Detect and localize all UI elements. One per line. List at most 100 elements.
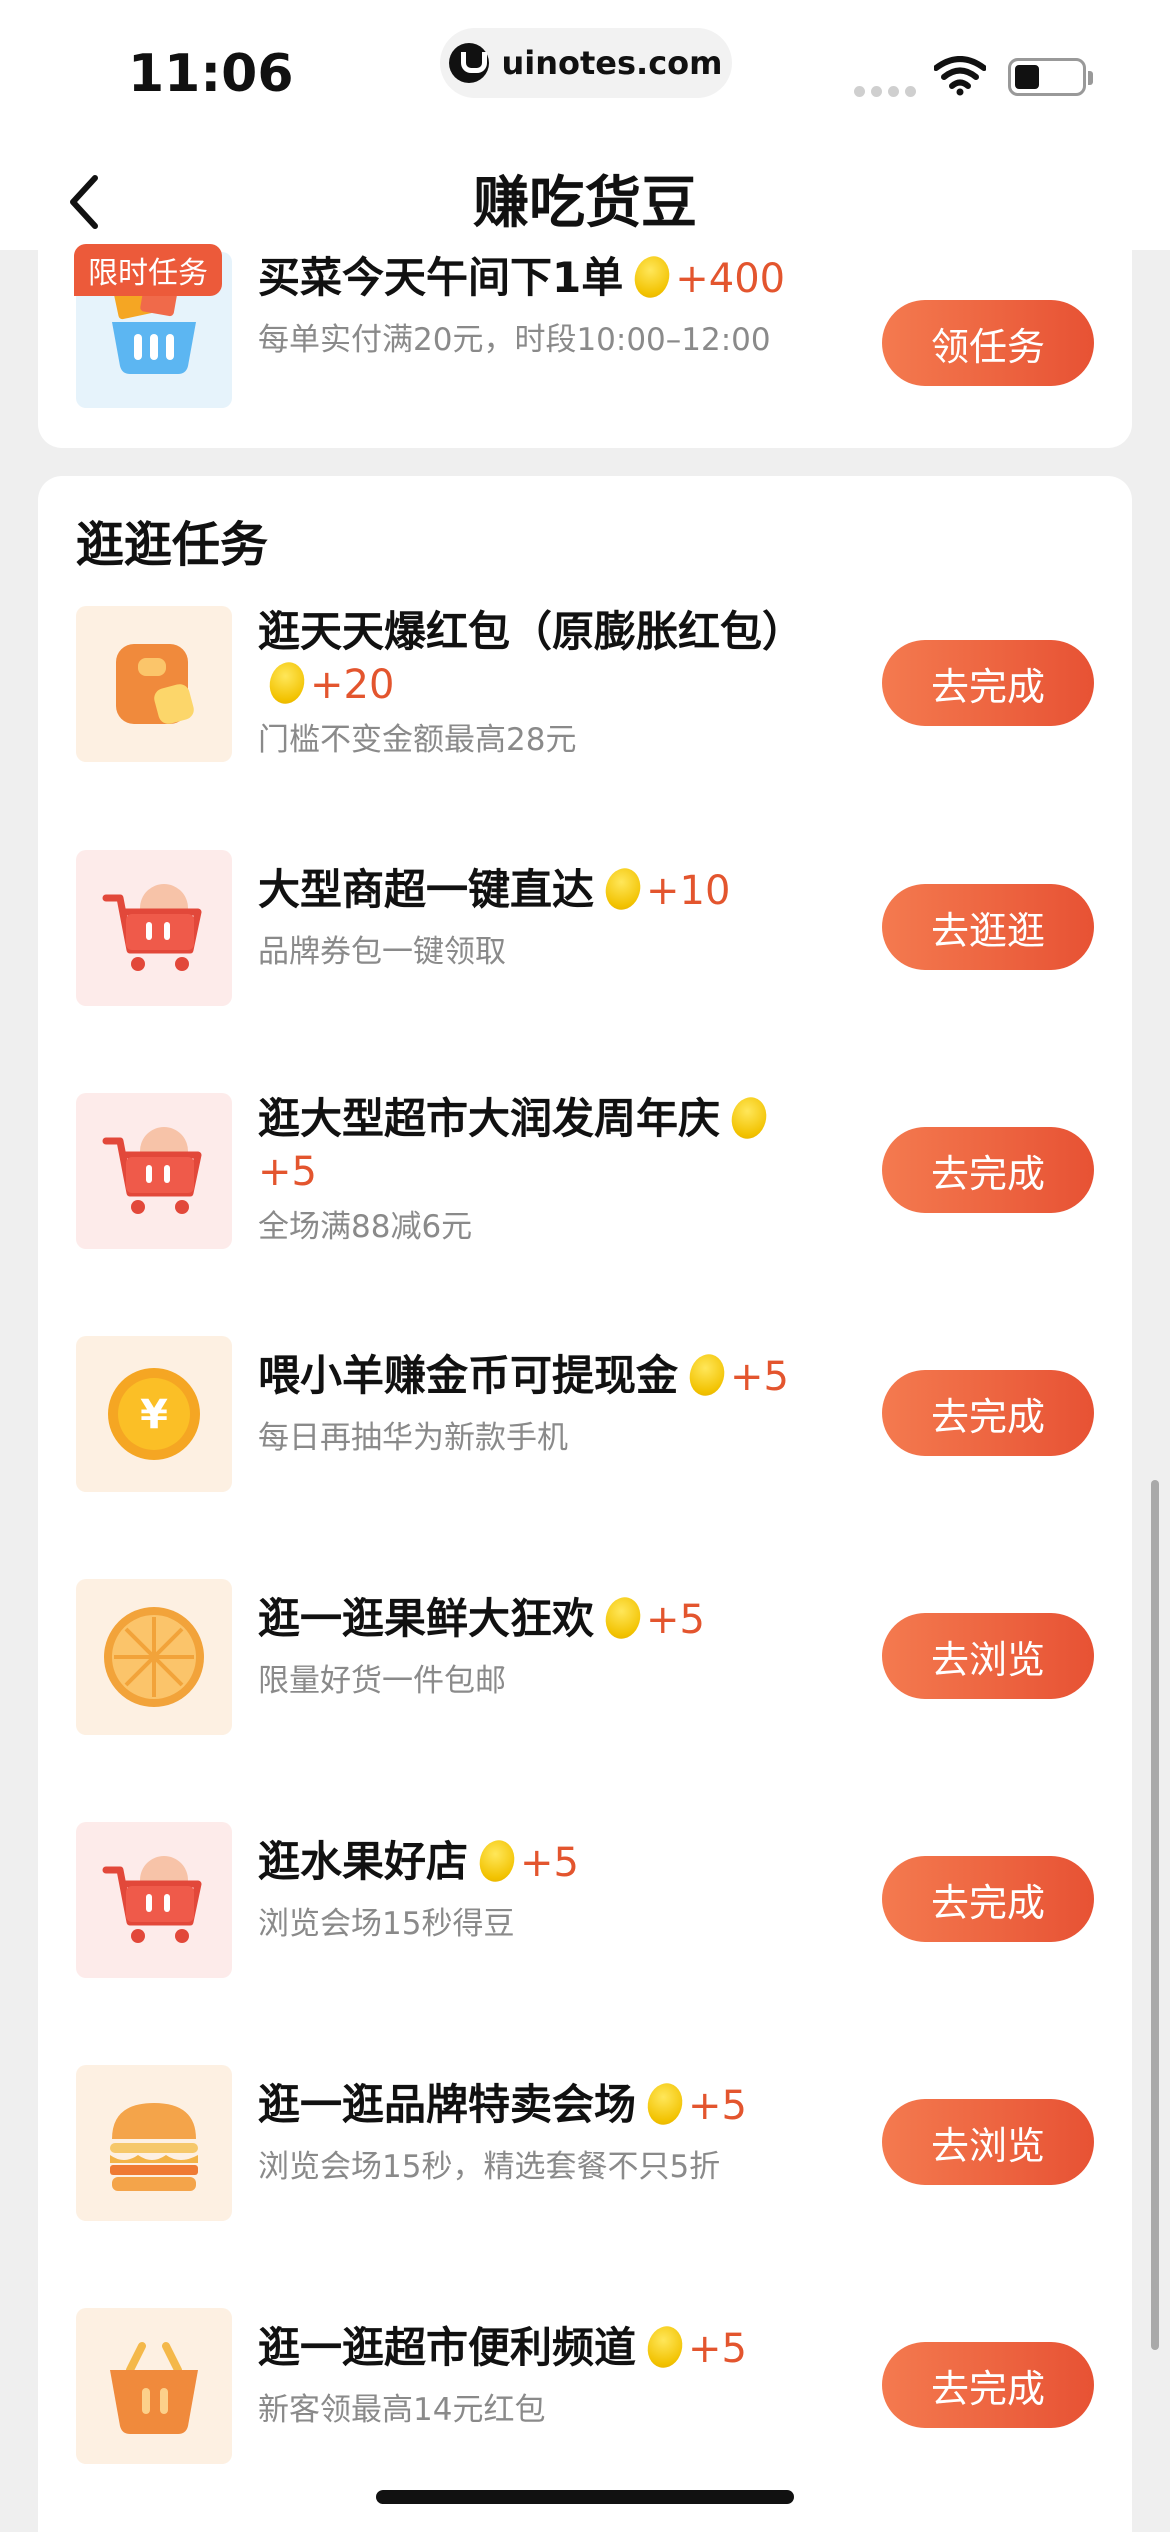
task-title: 逛一逛品牌特卖会场 +5 bbox=[258, 2079, 818, 2132]
red-envelope-icon bbox=[116, 644, 194, 724]
bean-coin-icon bbox=[601, 1593, 645, 1643]
url-text: uinotes.com bbox=[501, 44, 723, 82]
task-title: 逛一逛超市便利频道 +5 bbox=[258, 2322, 818, 2375]
task-subtitle: 浏览会场15秒得豆 bbox=[258, 1906, 515, 1942]
claim-task-button[interactable]: 领任务 bbox=[882, 300, 1094, 386]
scrollbar[interactable] bbox=[1151, 1480, 1159, 2350]
task-subtitle: 每日再抽华为新款手机 bbox=[258, 1420, 568, 1456]
task-thumb bbox=[76, 1579, 232, 1735]
task-subtitle: 每单实付满20元，时段10:00–12:00 bbox=[258, 322, 771, 358]
task-text: 大型商超一键直达 +10 品牌券包一键领取 bbox=[258, 864, 818, 971]
task-thumb bbox=[76, 2308, 232, 2464]
task-action-button[interactable]: 去完成 bbox=[882, 640, 1094, 726]
bean-coin-icon bbox=[685, 1350, 729, 1400]
task-reward: +5 bbox=[730, 1354, 789, 1400]
task-subtitle: 全场满88减6元 bbox=[258, 1209, 473, 1245]
task-subtitle: 浏览会场15秒，精选套餐不只5折 bbox=[258, 2149, 721, 2185]
task-action-button[interactable]: 去完成 bbox=[882, 1856, 1094, 1942]
basket-icon bbox=[110, 2342, 198, 2434]
task-subtitle: 限量好货一件包邮 bbox=[258, 1663, 506, 1699]
task-reward: +400 bbox=[675, 256, 786, 302]
task-row: 逛天天爆红包（原膨胀红包） +20 门槛不变金额最高28元 去完成 bbox=[76, 606, 1094, 762]
burger-icon bbox=[110, 2103, 198, 2191]
task-reward: +10 bbox=[646, 868, 731, 914]
task-title: 大型商超一键直达 +10 bbox=[258, 864, 818, 917]
task-action-button[interactable]: 去逛逛 bbox=[882, 884, 1094, 970]
task-title-text: 逛一逛果鲜大狂欢 bbox=[258, 1594, 595, 1643]
wifi-icon bbox=[934, 56, 986, 96]
task-title: 买菜今天午间下1单 +400 bbox=[258, 252, 818, 305]
task-title: 逛天天爆红包（原膨胀红包） +20 bbox=[258, 606, 818, 711]
task-thumb bbox=[76, 2065, 232, 2221]
task-text: 逛大型超市大润发周年庆 +5 全场满88减6元 bbox=[258, 1093, 818, 1246]
bean-coin-icon bbox=[643, 2322, 687, 2372]
task-row: 逛水果好店 +5 浏览会场15秒得豆 去完成 bbox=[76, 1822, 1094, 1978]
bean-coin-icon bbox=[643, 2079, 687, 2129]
task-row: 逛一逛品牌特卖会场 +5 浏览会场15秒，精选套餐不只5折 去浏览 bbox=[76, 2065, 1094, 2221]
task-subtitle: 新客领最高14元红包 bbox=[258, 2392, 546, 2428]
task-text: 逛一逛果鲜大狂欢 +5 限量好货一件包邮 bbox=[258, 1593, 818, 1700]
task-text: 逛一逛超市便利频道 +5 新客领最高14元红包 bbox=[258, 2322, 818, 2429]
task-title: 逛大型超市大润发周年庆 +5 bbox=[258, 1093, 818, 1198]
url-pill[interactable]: uinotes.com bbox=[440, 28, 732, 98]
yuan-coin-icon: ¥ bbox=[108, 1368, 200, 1460]
status-time: 11:06 bbox=[128, 44, 294, 104]
cellular-signal-icon bbox=[854, 86, 916, 97]
task-text: 逛一逛品牌特卖会场 +5 浏览会场15秒，精选套餐不只5折 bbox=[258, 2079, 818, 2186]
task-action-button[interactable]: 去浏览 bbox=[882, 2099, 1094, 2185]
orange-slice-icon bbox=[104, 1607, 204, 1707]
task-reward: +5 bbox=[258, 1149, 317, 1195]
bean-coin-icon bbox=[601, 864, 645, 914]
task-subtitle: 品牌券包一键领取 bbox=[258, 934, 506, 970]
task-title-text: 买菜今天午间下1单 bbox=[258, 253, 624, 302]
limited-task-card: 限时任务 买菜今天午间下1单 +400 每单实付满20元，时段10:00–12:0… bbox=[38, 232, 1132, 448]
task-row: 逛一逛超市便利频道 +5 新客领最高14元红包 去完成 bbox=[76, 2308, 1094, 2464]
task-title-text: 逛一逛品牌特卖会场 bbox=[258, 2080, 637, 2129]
task-text: 买菜今天午间下1单 +400 每单实付满20元，时段10:00–12:00 bbox=[258, 252, 818, 359]
task-row: 逛一逛果鲜大狂欢 +5 限量好货一件包邮 去浏览 bbox=[76, 1579, 1094, 1735]
task-row: 大型商超一键直达 +10 品牌券包一键领取 去逛逛 bbox=[76, 850, 1094, 1006]
svg-text:¥: ¥ bbox=[140, 1392, 168, 1438]
site-logo-icon bbox=[449, 43, 490, 83]
task-reward: +5 bbox=[520, 1840, 579, 1886]
task-thumb bbox=[76, 606, 232, 762]
task-title: 喂小羊赚金币可提现金 +5 bbox=[258, 1350, 818, 1403]
bean-coin-icon bbox=[630, 252, 675, 302]
task-reward: +5 bbox=[688, 2083, 747, 2129]
task-title-text: 逛水果好店 bbox=[258, 1837, 469, 1886]
task-text: 喂小羊赚金币可提现金 +5 每日再抽华为新款手机 bbox=[258, 1350, 818, 1457]
limited-time-badge: 限时任务 bbox=[74, 244, 222, 296]
task-action-button[interactable]: 去完成 bbox=[882, 1370, 1094, 1456]
task-text: 逛水果好店 +5 浏览会场15秒得豆 bbox=[258, 1836, 818, 1943]
task-title-text: 喂小羊赚金币可提现金 bbox=[258, 1351, 679, 1400]
task-action-button[interactable]: 去完成 bbox=[882, 1127, 1094, 1213]
shopping-cart-icon bbox=[102, 1856, 202, 1943]
task-reward: +5 bbox=[688, 2326, 747, 2372]
task-thumb bbox=[76, 1822, 232, 1978]
status-bar: 11:06 uinotes.com bbox=[0, 0, 1170, 150]
task-subtitle: 门槛不变金额最高28元 bbox=[258, 722, 577, 758]
shopping-cart-icon bbox=[102, 884, 202, 971]
browse-tasks-card bbox=[38, 476, 1132, 2532]
bean-coin-icon bbox=[727, 1093, 771, 1143]
task-title-text: 逛天天爆红包（原膨胀红包） bbox=[258, 607, 805, 656]
battery-icon bbox=[1008, 58, 1093, 96]
task-row: ¥ 喂小羊赚金币可提现金 +5 每日再抽华为新款手机 去完成 bbox=[76, 1336, 1094, 1492]
task-title-text: 逛一逛超市便利频道 bbox=[258, 2323, 637, 2372]
section-title: 逛逛任务 bbox=[76, 517, 269, 573]
task-text: 逛天天爆红包（原膨胀红包） +20 门槛不变金额最高28元 bbox=[258, 606, 818, 759]
task-title: 逛一逛果鲜大狂欢 +5 bbox=[258, 1593, 818, 1646]
task-row: 逛大型超市大润发周年庆 +5 全场满88减6元 去完成 bbox=[76, 1093, 1094, 1249]
task-thumb bbox=[76, 850, 232, 1006]
task-thumb bbox=[76, 1093, 232, 1249]
page-title: 赚吃货豆 bbox=[473, 171, 697, 236]
task-reward: +20 bbox=[310, 662, 395, 708]
home-indicator[interactable] bbox=[376, 2490, 794, 2504]
task-thumb: ¥ bbox=[76, 1336, 232, 1492]
task-reward: +5 bbox=[646, 1597, 705, 1643]
shopping-cart-icon bbox=[102, 1127, 202, 1214]
task-action-button[interactable]: 去完成 bbox=[882, 2342, 1094, 2428]
bean-coin-icon bbox=[475, 1836, 519, 1886]
task-title-text: 逛大型超市大润发周年庆 bbox=[258, 1094, 721, 1143]
task-action-button[interactable]: 去浏览 bbox=[882, 1613, 1094, 1699]
